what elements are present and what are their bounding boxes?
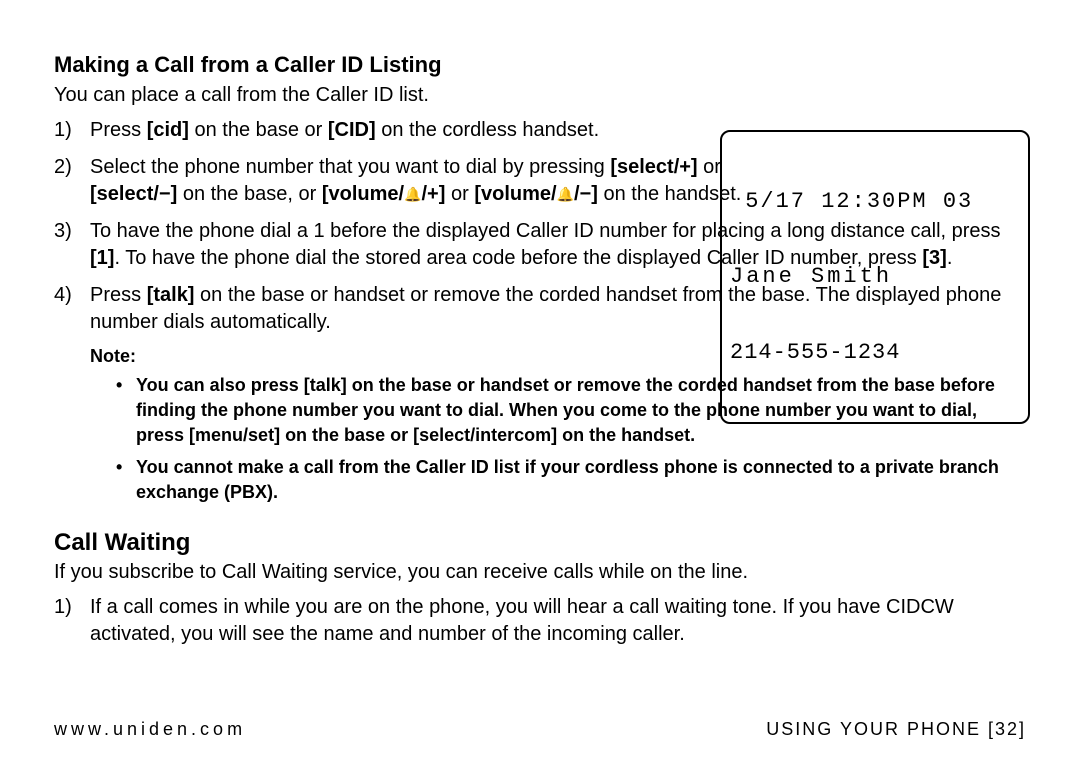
bell-icon: 🔔 xyxy=(404,185,421,204)
notes-list: You can also press [talk] on the base or… xyxy=(116,373,1026,505)
note-1: You can also press [talk] on the base or… xyxy=(116,373,1026,449)
note-2: You cannot make a call from the Caller I… xyxy=(116,455,1026,505)
call-waiting-steps: If a call comes in while you are on the … xyxy=(54,594,1026,648)
step-3: To have the phone dial a 1 before the di… xyxy=(54,218,1026,272)
footer-url: www.uniden.com xyxy=(54,719,246,740)
lcd-line-number: 214-555-1234 xyxy=(730,340,1020,365)
page: Making a Call from a Caller ID Listing Y… xyxy=(0,0,1080,762)
section-heading-caller-id: Making a Call from a Caller ID Listing xyxy=(54,52,1026,78)
cw-step-1: If a call comes in while you are on the … xyxy=(54,594,1026,648)
section-heading-call-waiting: Call Waiting xyxy=(54,529,1026,557)
footer-section: USING YOUR PHONE [32] xyxy=(766,719,1026,740)
call-waiting-intro: If you subscribe to Call Waiting service… xyxy=(54,561,1026,584)
step-1: Press [cid] on the base or [CID] on the … xyxy=(54,117,1026,144)
bell-icon: 🔔 xyxy=(557,185,574,204)
step-4: Press [talk] on the base or handset or r… xyxy=(54,282,1026,336)
footer: www.uniden.com USING YOUR PHONE [32] xyxy=(54,719,1026,740)
section-intro: You can place a call from the Caller ID … xyxy=(54,84,1026,107)
step-2: Select the phone number that you want to… xyxy=(54,154,1026,208)
